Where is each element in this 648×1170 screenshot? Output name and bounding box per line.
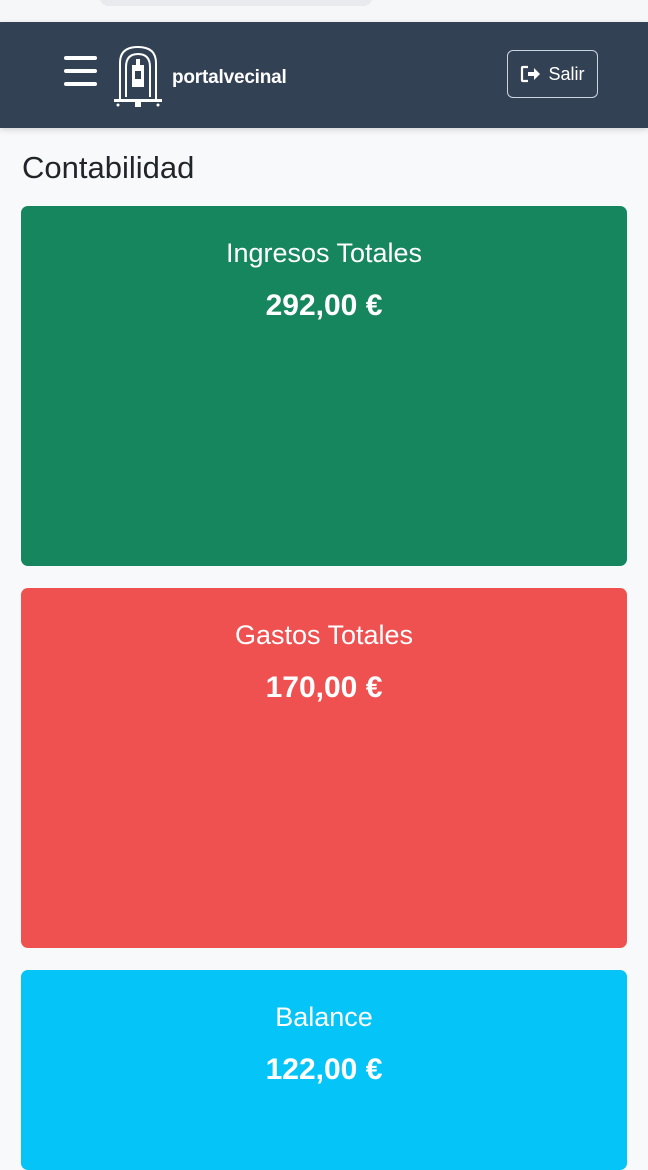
expenses-label: Gastos Totales <box>234 620 414 650</box>
brand-name: portalvecinal <box>172 67 287 88</box>
expenses-card: Gastos Totales 170,00 € <box>21 588 627 948</box>
brand-logo[interactable]: portalvecinal <box>110 40 287 110</box>
logout-label: Salir <box>548 63 585 84</box>
balance-amount: 122,00 € <box>265 1053 383 1086</box>
sign-out-icon <box>521 65 541 83</box>
browser-top-strip <box>0 0 648 22</box>
address-bar[interactable] <box>100 0 372 6</box>
income-amount: 292,00 € <box>265 289 383 322</box>
page-title: Contabilidad <box>22 150 195 185</box>
balance-card: Balance 122,00 € <box>21 970 627 1170</box>
expenses-amount: 170,00 € <box>265 671 383 704</box>
income-card: Ingresos Totales 292,00 € <box>21 206 627 566</box>
town-hall-logo-icon <box>114 45 162 107</box>
balance-label: Balance <box>275 1002 373 1032</box>
hamburger-menu-icon[interactable] <box>64 56 97 86</box>
top-navbar: portalvecinal Salir <box>0 22 648 128</box>
logout-button[interactable]: Salir <box>507 50 598 98</box>
income-label: Ingresos Totales <box>225 238 423 268</box>
